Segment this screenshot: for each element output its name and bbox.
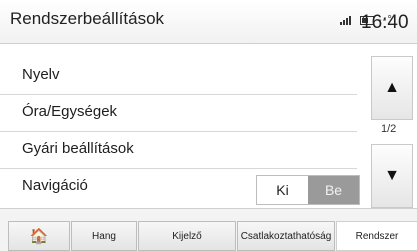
- arrow-up-icon: ▲: [384, 79, 400, 96]
- header-bar: Rendszerbeállítások --° 16:40: [0, 0, 417, 44]
- menu-item-label: Navigáció: [22, 177, 88, 194]
- arrow-down-icon: ▼: [384, 167, 400, 184]
- scroll-down-button[interactable]: ▼: [371, 144, 413, 208]
- page-title: Rendszerbeállítások: [10, 9, 165, 28]
- bottom-tab-bar: 🏠 Hang Kijelző Csatlakoztathatóság Rends…: [0, 208, 417, 251]
- tab-display[interactable]: Kijelző: [138, 221, 236, 251]
- menu-item-label: Nyelv: [22, 66, 60, 83]
- toggle-off-button[interactable]: Ki: [257, 176, 308, 204]
- menu-item-clock-units[interactable]: Óra/Egységek: [0, 95, 357, 132]
- scroll-up-button[interactable]: ▲: [371, 56, 413, 120]
- scroll-controls: ▲ 1/2 ▼: [359, 43, 417, 208]
- signal-icon: [340, 15, 356, 25]
- tab-home[interactable]: 🏠: [8, 221, 70, 251]
- menu-item-language[interactable]: Nyelv: [0, 58, 357, 95]
- menu-item-navigation: Navigáció Ki Be: [0, 169, 360, 205]
- menu-item-label: Gyári beállítások: [22, 140, 134, 157]
- toggle-on-button[interactable]: Be: [308, 176, 359, 204]
- system-settings-screen: Rendszerbeállítások --° 16:40 Nyelv Óra/…: [0, 0, 417, 251]
- tab-sound[interactable]: Hang: [71, 221, 137, 251]
- menu-item-factory-settings[interactable]: Gyári beállítások: [0, 132, 357, 169]
- page-indicator: 1/2: [381, 123, 397, 135]
- home-icon: 🏠: [29, 228, 49, 245]
- navigation-toggle[interactable]: Ki Be: [256, 175, 360, 205]
- tab-system[interactable]: Rendszer: [336, 221, 417, 251]
- tab-connectivity[interactable]: Csatlakoztathatóság: [237, 221, 335, 251]
- menu-item-label: Óra/Egységek: [22, 103, 118, 120]
- clock: 16:40: [361, 12, 409, 33]
